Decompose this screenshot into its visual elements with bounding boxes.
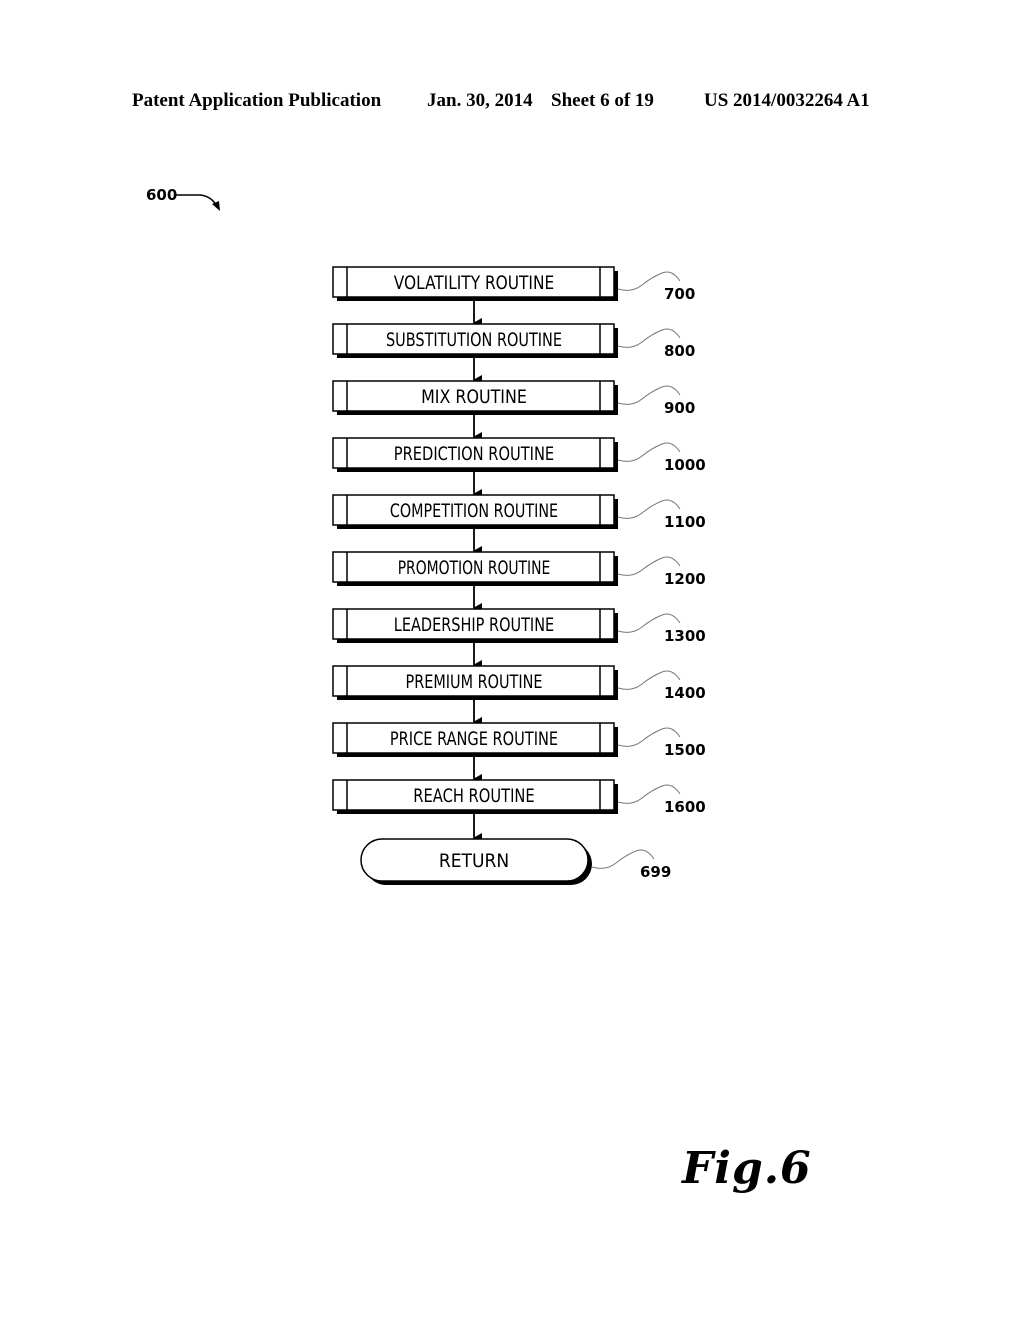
process-box-label: PREMIUM ROUTINE bbox=[406, 671, 543, 693]
reference-number: 1600 bbox=[664, 798, 706, 816]
figure-ref-arrow bbox=[176, 194, 219, 209]
reference-number: 700 bbox=[664, 285, 695, 303]
figure-ref-label: 600 bbox=[146, 186, 177, 204]
process-box-label: MIX ROUTINE bbox=[421, 386, 527, 408]
reference-number: 1000 bbox=[664, 456, 706, 474]
reference-number: 699 bbox=[640, 863, 671, 881]
reference-number: 1200 bbox=[664, 570, 706, 588]
process-box-label: PREDICTION ROUTINE bbox=[394, 443, 554, 465]
terminator-label: RETURN bbox=[439, 850, 509, 872]
process-box-label: VOLATILITY ROUTINE bbox=[394, 272, 554, 294]
process-box-label: SUBSTITUTION ROUTINE bbox=[386, 329, 562, 351]
flowchart: 600 VOLATILITY ROUTINE 700 SUBSTITUTION RO… bbox=[146, 186, 706, 885]
process-box-label: REACH ROUTINE bbox=[413, 785, 534, 807]
reference-number: 1100 bbox=[664, 513, 706, 531]
reference-number: 800 bbox=[664, 342, 695, 360]
reference-number: 1500 bbox=[664, 741, 706, 759]
process-box-label: PRICE RANGE ROUTINE bbox=[390, 728, 558, 750]
reference-number: 1400 bbox=[664, 684, 706, 702]
figure-ref-arrowhead-icon bbox=[212, 201, 220, 211]
figure-label: Fig.6 bbox=[682, 1143, 812, 1194]
process-box-label: LEADERSHIP ROUTINE bbox=[394, 614, 554, 636]
process-box-label: PROMOTION ROUTINE bbox=[398, 557, 551, 579]
process-box-label: COMPETITION ROUTINE bbox=[390, 500, 558, 522]
reference-number: 1300 bbox=[664, 627, 706, 645]
reference-number: 900 bbox=[664, 399, 695, 417]
